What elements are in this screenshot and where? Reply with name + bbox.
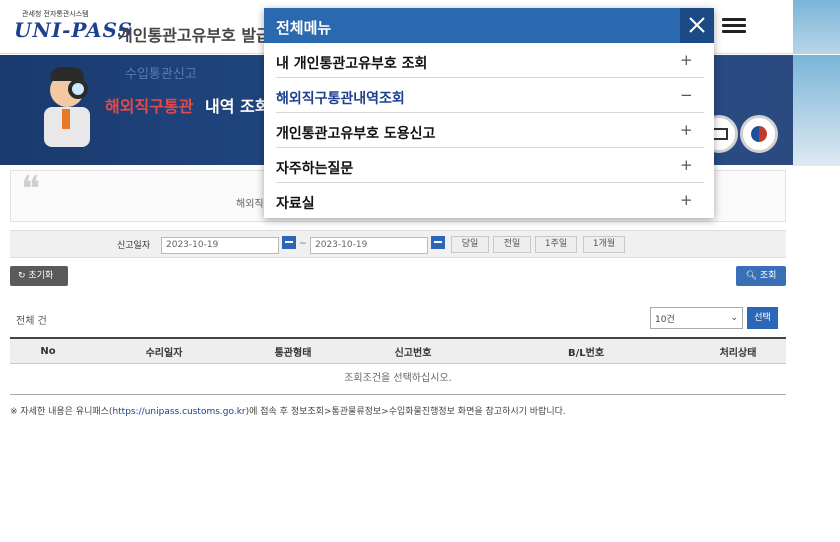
footnote-suffix: )에 접속 후 정보조회>통관물류정보>수입화물진행정보 화면을 참고하시기 바… — [245, 407, 566, 417]
mascot-illustration — [38, 65, 100, 155]
today-button[interactable]: 당일 — [451, 236, 489, 253]
expand-icon[interactable]: + — [680, 156, 693, 174]
footnote: ※ 자세한 내용은 유니패스(https://unipass.customs.g… — [10, 404, 566, 417]
close-icon — [689, 17, 705, 33]
unipass-link[interactable]: https://unipass.customs.go.kr — [112, 407, 245, 417]
column-header: 통관형태 — [274, 347, 312, 359]
expand-icon[interactable]: + — [680, 121, 693, 139]
query-label: 조회 — [759, 271, 777, 281]
menu-item-theft-report[interactable]: 개인통관고유부호 도용신고 + — [276, 113, 704, 148]
menu-item-resources[interactable]: 자료실 + — [276, 183, 704, 218]
chevron-down-icon: ⌄ — [730, 313, 738, 323]
search-bar: 신고일자 2023-10-19 ~ 2023-10-19 당일 전일 1주일 1… — [10, 230, 786, 258]
menu-item-label: 내 개인통관고유부호 조회 — [276, 56, 428, 72]
column-header: 신고번호 — [394, 347, 432, 359]
menu-list: 내 개인통관고유부호 조회 + 해외직구통관내역조회 − 개인통관고유부호 도용… — [264, 43, 714, 218]
reset-button[interactable]: ↻ 초기화 — [10, 266, 68, 286]
full-menu-modal: 전체메뉴 내 개인통관고유부호 조회 + 해외직구통관내역조회 − 개인통관고유… — [264, 8, 714, 218]
results-table: No 수리일자 통관형태 신고번호 B/L번호 처리상태 조회조건을 선택하십시… — [10, 337, 786, 395]
site-title: 개인통관고유부호 발급 — [118, 26, 271, 45]
date-separator: ~ — [299, 239, 307, 249]
banner-crumb: 수입통관신고 — [125, 67, 197, 82]
collapse-icon[interactable]: − — [680, 86, 693, 104]
date-from-input[interactable]: 2023-10-19 — [161, 237, 279, 254]
modal-title: 전체메뉴 — [276, 19, 332, 37]
calendar-icon[interactable] — [431, 236, 445, 249]
menu-item-my-code-lookup[interactable]: 내 개인통관고유부호 조회 + — [276, 43, 704, 78]
modal-header: 전체메뉴 — [264, 8, 714, 43]
quote-icon: ❝ — [21, 169, 41, 210]
calendar-icon[interactable] — [282, 236, 296, 249]
one-month-button[interactable]: 1개월 — [583, 236, 625, 253]
empty-message: 조회조건을 선택하십시오. — [10, 364, 786, 395]
menu-item-faq[interactable]: 자주하는질문 + — [276, 148, 704, 183]
table-header: No 수리일자 통관형태 신고번호 B/L번호 처리상태 — [10, 339, 786, 364]
menu-item-label: 개인통관고유부호 도용신고 — [276, 126, 436, 142]
reset-label: 초기화 — [28, 271, 54, 281]
menu-item-label: 자주하는질문 — [276, 161, 354, 177]
select-button[interactable]: 선택 — [747, 307, 778, 329]
menu-item-label: 해외직구통관내역조회 — [276, 91, 405, 107]
date-label: 신고일자 — [117, 241, 151, 251]
search-icon: 🔍︎ — [745, 271, 760, 281]
column-header: B/L번호 — [567, 347, 605, 359]
page-size-select[interactable]: 10건 ⌄ — [650, 307, 743, 329]
taegeuk-emblem-icon[interactable] — [740, 115, 778, 153]
expand-icon[interactable]: + — [680, 191, 693, 209]
banner-title: 내역 조회 — [205, 97, 270, 116]
page-size-value: 10건 — [655, 315, 675, 325]
query-button[interactable]: 🔍︎ 조회 — [736, 266, 786, 286]
one-week-button[interactable]: 1주일 — [535, 236, 577, 253]
date-to-input[interactable]: 2023-10-19 — [310, 237, 428, 254]
banner-side-decoration — [793, 55, 840, 166]
column-header: 처리상태 — [719, 347, 757, 359]
logo-text: UNI-PASS — [14, 18, 133, 42]
menu-item-label: 자료실 — [276, 196, 315, 212]
quote-text: 해외직 — [236, 199, 264, 210]
total-count: 전체 건 — [16, 316, 47, 327]
menu-item-direct-purchase-lookup[interactable]: 해외직구통관내역조회 − — [276, 78, 704, 113]
header-side-decoration — [793, 0, 840, 54]
yesterday-button[interactable]: 전일 — [493, 236, 531, 253]
column-header: 수리일자 — [145, 347, 183, 359]
close-button[interactable] — [680, 8, 714, 43]
column-header: No — [40, 345, 56, 357]
hamburger-icon[interactable] — [722, 15, 746, 39]
expand-icon[interactable]: + — [680, 51, 693, 69]
banner-title-highlight: 해외직구통관 — [105, 97, 194, 116]
footnote-prefix: ※ 자세한 내용은 유니패스( — [10, 407, 113, 417]
refresh-icon: ↻ — [18, 271, 29, 281]
